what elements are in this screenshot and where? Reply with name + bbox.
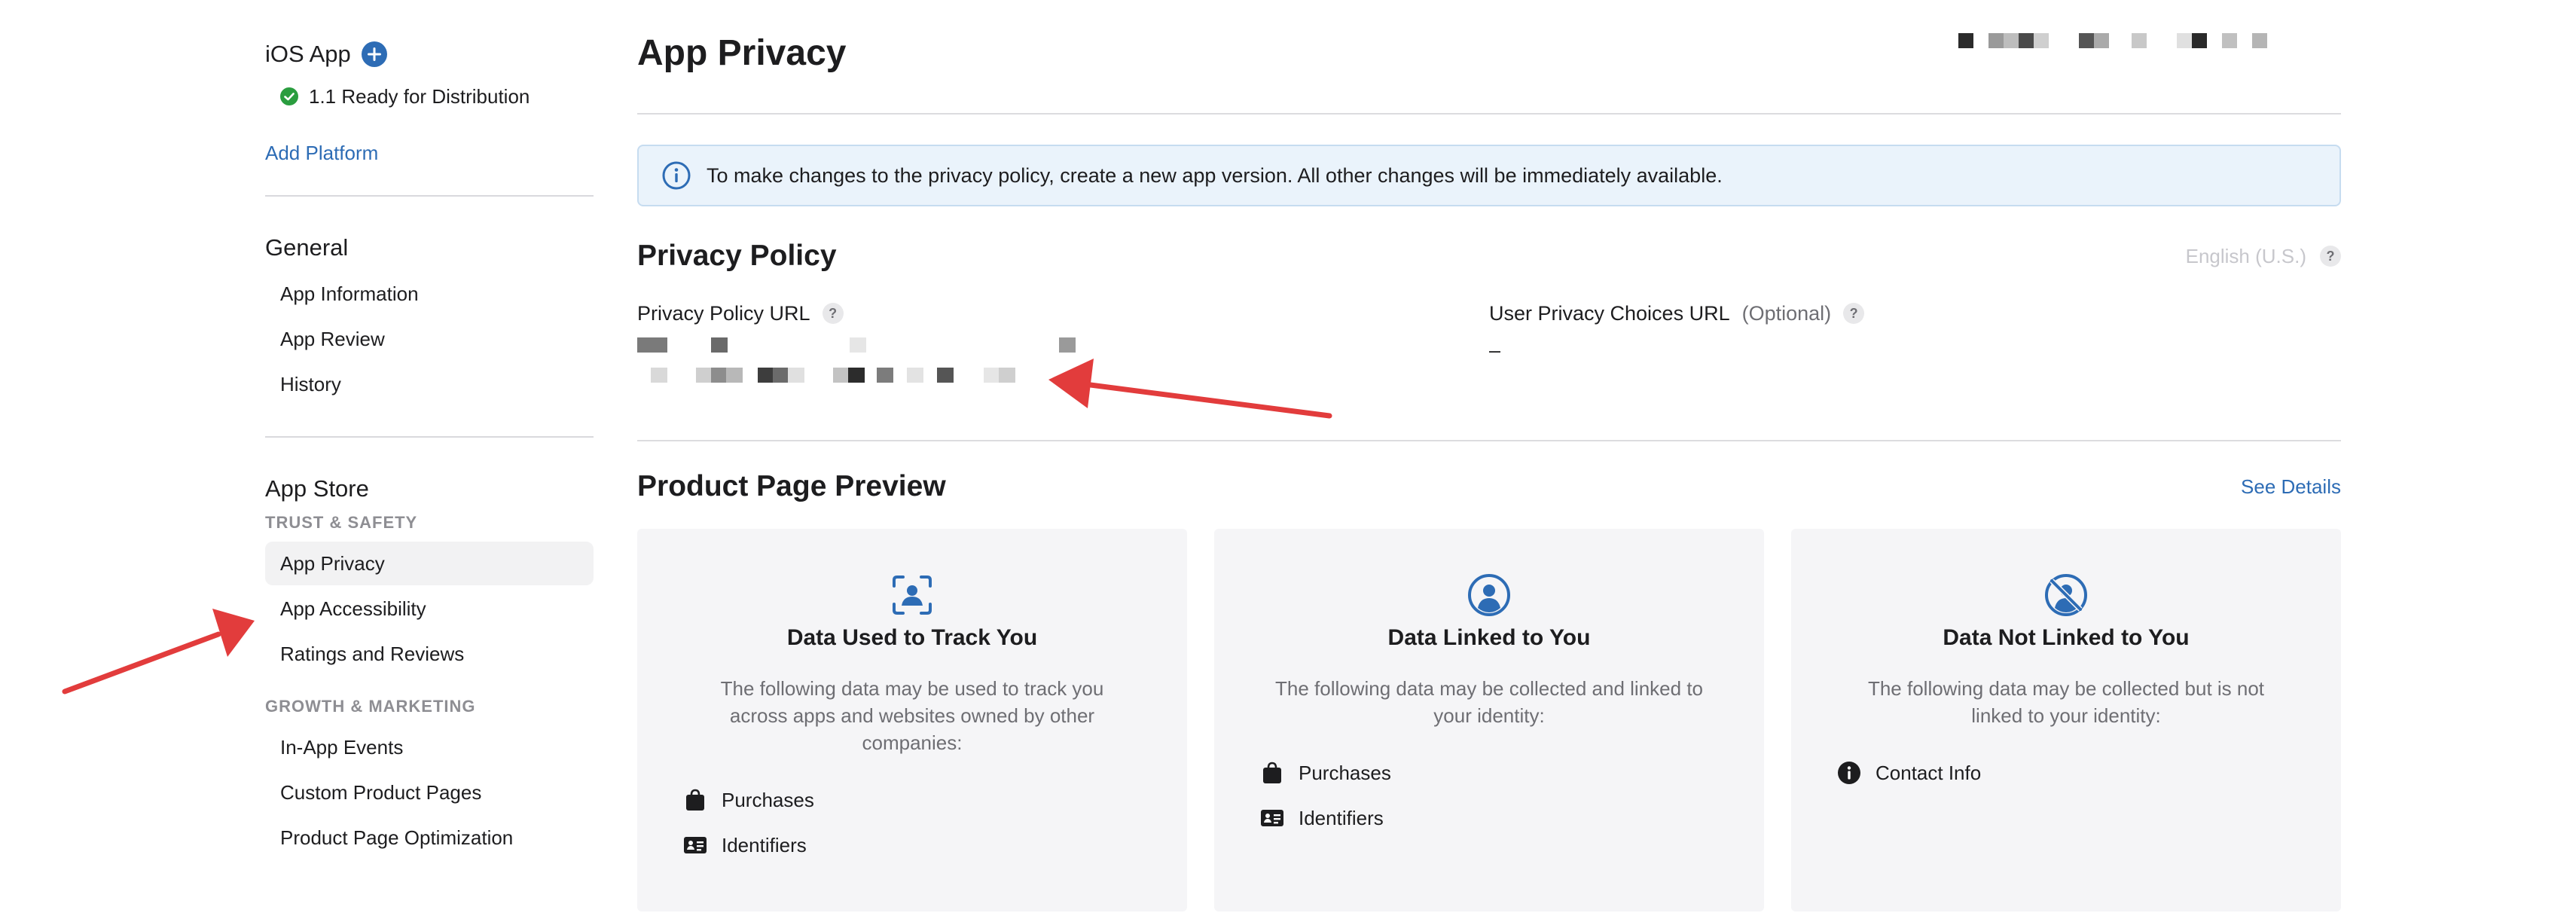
version-label: 1.1 Ready for Distribution — [309, 84, 530, 108]
person-slash-icon — [2045, 574, 2087, 616]
user-privacy-choices-label-text: User Privacy Choices URL — [1489, 301, 1730, 325]
version-status[interactable]: 1.1 Ready for Distribution — [280, 81, 594, 111]
list-item-label: Identifiers — [722, 833, 807, 856]
list-item-purchases: Purchases — [1259, 750, 1764, 795]
product-page-preview-title: Product Page Preview — [637, 470, 946, 502]
section-general-title: General — [265, 234, 349, 261]
sidebar-item-product-page-optimization[interactable]: Product Page Optimization — [265, 816, 594, 859]
privacy-policy-header: Privacy Policy English (U.S.) ? — [637, 235, 2341, 277]
privacy-policy-url-field: Privacy Policy URL ? — [637, 298, 1489, 426]
bag-icon — [1263, 762, 1281, 783]
card-description: The following data may be collected and … — [1274, 677, 1703, 727]
sidebar-item-history[interactable]: History — [265, 362, 594, 406]
card-title: Data Used to Track You — [786, 625, 1038, 650]
sidebar: iOS App 1.1 Ready for Distribution Add P… — [265, 33, 594, 861]
card-items: Contact Info — [1791, 750, 2341, 795]
language-label: English (U.S.) — [2185, 244, 2306, 267]
card-items: Purchases Identifiers — [1214, 750, 1764, 841]
sidebar-divider — [265, 195, 594, 197]
privacy-policy-url-label: Privacy Policy URL ? — [637, 298, 1489, 328]
card-data-linked-to-you: Data Linked to You The following data ma… — [1214, 529, 1764, 911]
card-description: The following data may be used to track … — [720, 677, 1104, 754]
user-privacy-choices-label: User Privacy Choices URL (Optional) ? — [1489, 298, 2341, 328]
card-title: Data Linked to You — [1387, 625, 1591, 650]
see-details-link[interactable]: See Details — [2241, 475, 2341, 499]
add-platform-link[interactable]: Add Platform — [265, 142, 594, 165]
card-items: Purchases Identifiers — [637, 777, 1187, 868]
section-app-store-title: App Store — [265, 475, 369, 502]
info-circle-icon — [662, 161, 691, 190]
sidebar-item-ratings-reviews[interactable]: Ratings and Reviews — [265, 632, 594, 676]
sidebar-item-app-information[interactable]: App Information — [265, 272, 594, 316]
list-item-identifiers: Identifiers — [1259, 795, 1764, 841]
user-privacy-choices-help-button[interactable]: ? — [1843, 303, 1865, 324]
list-item-label: Purchases — [722, 788, 814, 811]
title-divider — [637, 113, 2341, 114]
track-icon — [893, 575, 932, 615]
list-item-contact-info: Contact Info — [1836, 750, 2341, 795]
privacy-cards: Data Used to Track You The following dat… — [637, 529, 2341, 911]
optional-label: (Optional) — [1741, 301, 1832, 325]
list-item-label: Contact Info — [1876, 761, 1982, 784]
platform-header: iOS App — [265, 33, 594, 75]
sidebar-divider — [265, 436, 594, 438]
card-data-not-linked-to-you: Data Not Linked to You The following dat… — [1791, 529, 2341, 911]
add-plus-icon[interactable] — [361, 41, 387, 67]
info-banner-text: To make changes to the privacy policy, c… — [707, 163, 1723, 187]
user-privacy-choices-field: User Privacy Choices URL (Optional) ? – — [1489, 298, 2341, 426]
info-banner: To make changes to the privacy policy, c… — [637, 145, 2341, 206]
privacy-policy-url-help-button[interactable]: ? — [822, 303, 844, 324]
section-divider — [637, 440, 2341, 441]
sidebar-item-in-app-events[interactable]: In-App Events — [265, 725, 594, 769]
card-data-used-to-track: Data Used to Track You The following dat… — [637, 529, 1187, 911]
list-item-label: Purchases — [1299, 761, 1391, 784]
language-selector[interactable]: English (U.S.) ? — [2186, 245, 2341, 268]
id-card-icon — [684, 837, 707, 853]
list-item-purchases: Purchases — [682, 777, 1187, 823]
id-card-icon — [1261, 810, 1283, 826]
privacy-policy-title: Privacy Policy — [637, 240, 837, 272]
info-fill-icon — [1838, 762, 1860, 784]
privacy-policy-url-label-text: Privacy Policy URL — [637, 301, 810, 325]
language-help-button[interactable]: ? — [2320, 246, 2341, 267]
sidebar-item-app-accessibility[interactable]: App Accessibility — [265, 587, 594, 630]
privacy-fields: Privacy Policy URL ? User Privacy Choice… — [637, 298, 2341, 426]
sidebar-item-app-review[interactable]: App Review — [265, 317, 594, 361]
subsection-growth-marketing: GROWTH & MARKETING — [265, 697, 476, 716]
sidebar-item-app-privacy[interactable]: App Privacy — [265, 542, 594, 585]
platform-title: iOS App — [265, 41, 351, 67]
page-title: App Privacy — [637, 33, 847, 73]
product-page-preview-header: Product Page Preview See Details — [637, 466, 2341, 508]
card-title: Data Not Linked to You — [1943, 625, 2190, 650]
arrow-to-app-privacy-nav — [62, 609, 255, 695]
card-description: The following data may be collected but … — [1867, 677, 2265, 727]
checkmark-circle-icon — [280, 87, 298, 105]
privacy-policy-url-redacted[interactable] — [637, 337, 1119, 405]
person-circle-icon — [1468, 574, 1510, 616]
list-item-label: Identifiers — [1299, 806, 1384, 829]
list-item-identifiers: Identifiers — [682, 823, 1187, 868]
user-privacy-choices-value: – — [1489, 339, 1501, 362]
bag-icon — [686, 789, 704, 811]
subsection-trust-safety: TRUST & SAFETY — [265, 513, 418, 532]
sidebar-item-custom-product-pages[interactable]: Custom Product Pages — [265, 771, 594, 814]
main-content: App Privacy To make changes to the priva… — [637, 27, 2341, 911]
